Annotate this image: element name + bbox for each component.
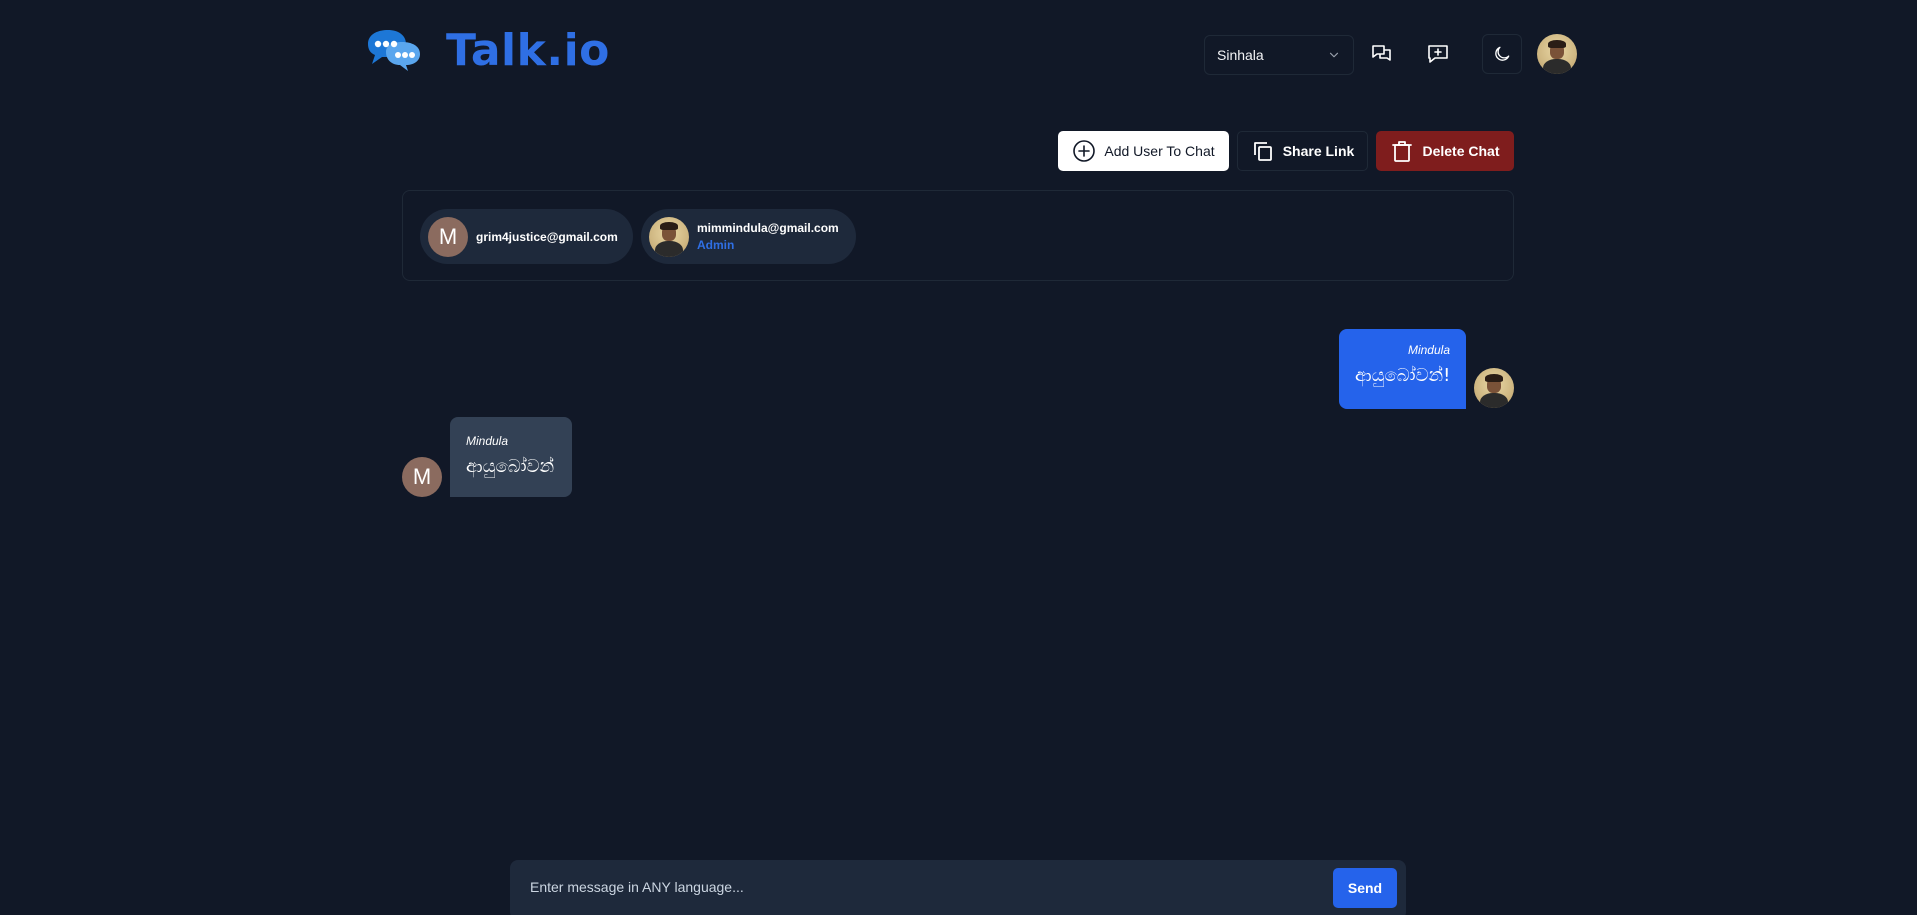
new-chat-button[interactable] bbox=[1418, 34, 1458, 74]
app-logo[interactable]: Talk.io bbox=[364, 25, 609, 76]
trash-icon bbox=[1392, 141, 1413, 162]
participant-email: grim4justice@gmail.com bbox=[476, 229, 618, 244]
message-composer: Send bbox=[510, 860, 1406, 915]
message-bubble-received: Mindula ආයුබෝවන් bbox=[450, 417, 572, 497]
message-text: ආයුබෝවන්! bbox=[1355, 365, 1451, 386]
participant-email: mimmindula@gmail.com bbox=[697, 221, 839, 235]
participant-avatar bbox=[649, 216, 689, 257]
language-select[interactable]: Sinhala bbox=[1204, 35, 1354, 75]
theme-toggle-button[interactable] bbox=[1482, 34, 1522, 74]
chat-bubbles-icon bbox=[1372, 45, 1391, 61]
participant-role: Admin bbox=[697, 238, 735, 252]
delete-chat-button[interactable]: Delete Chat bbox=[1376, 131, 1514, 171]
message-bubble-sent: Mindula ආයුබෝවන්! bbox=[1339, 329, 1466, 409]
moon-icon bbox=[1495, 46, 1510, 61]
language-select-value: Sinhala bbox=[1217, 47, 1264, 63]
participant-avatar: M bbox=[428, 216, 468, 257]
add-user-button[interactable]: Add User To Chat bbox=[1058, 131, 1229, 171]
chat-logo-icon bbox=[368, 30, 420, 71]
message-plus-icon bbox=[1428, 45, 1448, 63]
plus-circle-icon bbox=[1073, 140, 1096, 162]
copy-icon bbox=[1253, 142, 1272, 161]
chat-page: Talk.io Sinhala Add User To Chat Share L… bbox=[0, 0, 1917, 915]
message-sender: Mindula bbox=[466, 434, 509, 448]
message-avatar: M bbox=[402, 457, 442, 497]
delete-chat-label: Delete Chat bbox=[1422, 143, 1500, 159]
message-sender: Mindula bbox=[1407, 343, 1450, 357]
message-input[interactable] bbox=[510, 860, 1330, 915]
message-avatar bbox=[1474, 368, 1514, 408]
share-link-label: Share Link bbox=[1282, 143, 1355, 159]
app-name: Talk.io bbox=[446, 25, 610, 76]
participants-panel: M grim4justice@gmail.com mimmindula@gmai… bbox=[402, 190, 1514, 281]
send-button[interactable]: Send bbox=[1333, 868, 1397, 908]
chats-button[interactable] bbox=[1362, 34, 1402, 74]
add-user-label: Add User To Chat bbox=[1104, 143, 1215, 159]
user-avatar[interactable] bbox=[1537, 34, 1577, 74]
share-link-button[interactable]: Share Link bbox=[1237, 131, 1368, 171]
participant-chip: M grim4justice@gmail.com bbox=[420, 209, 633, 264]
message-text: ආයුබෝවන් bbox=[466, 456, 555, 477]
chevron-down-icon bbox=[1329, 52, 1339, 58]
participant-chip: mimmindula@gmail.com Admin bbox=[641, 209, 856, 264]
